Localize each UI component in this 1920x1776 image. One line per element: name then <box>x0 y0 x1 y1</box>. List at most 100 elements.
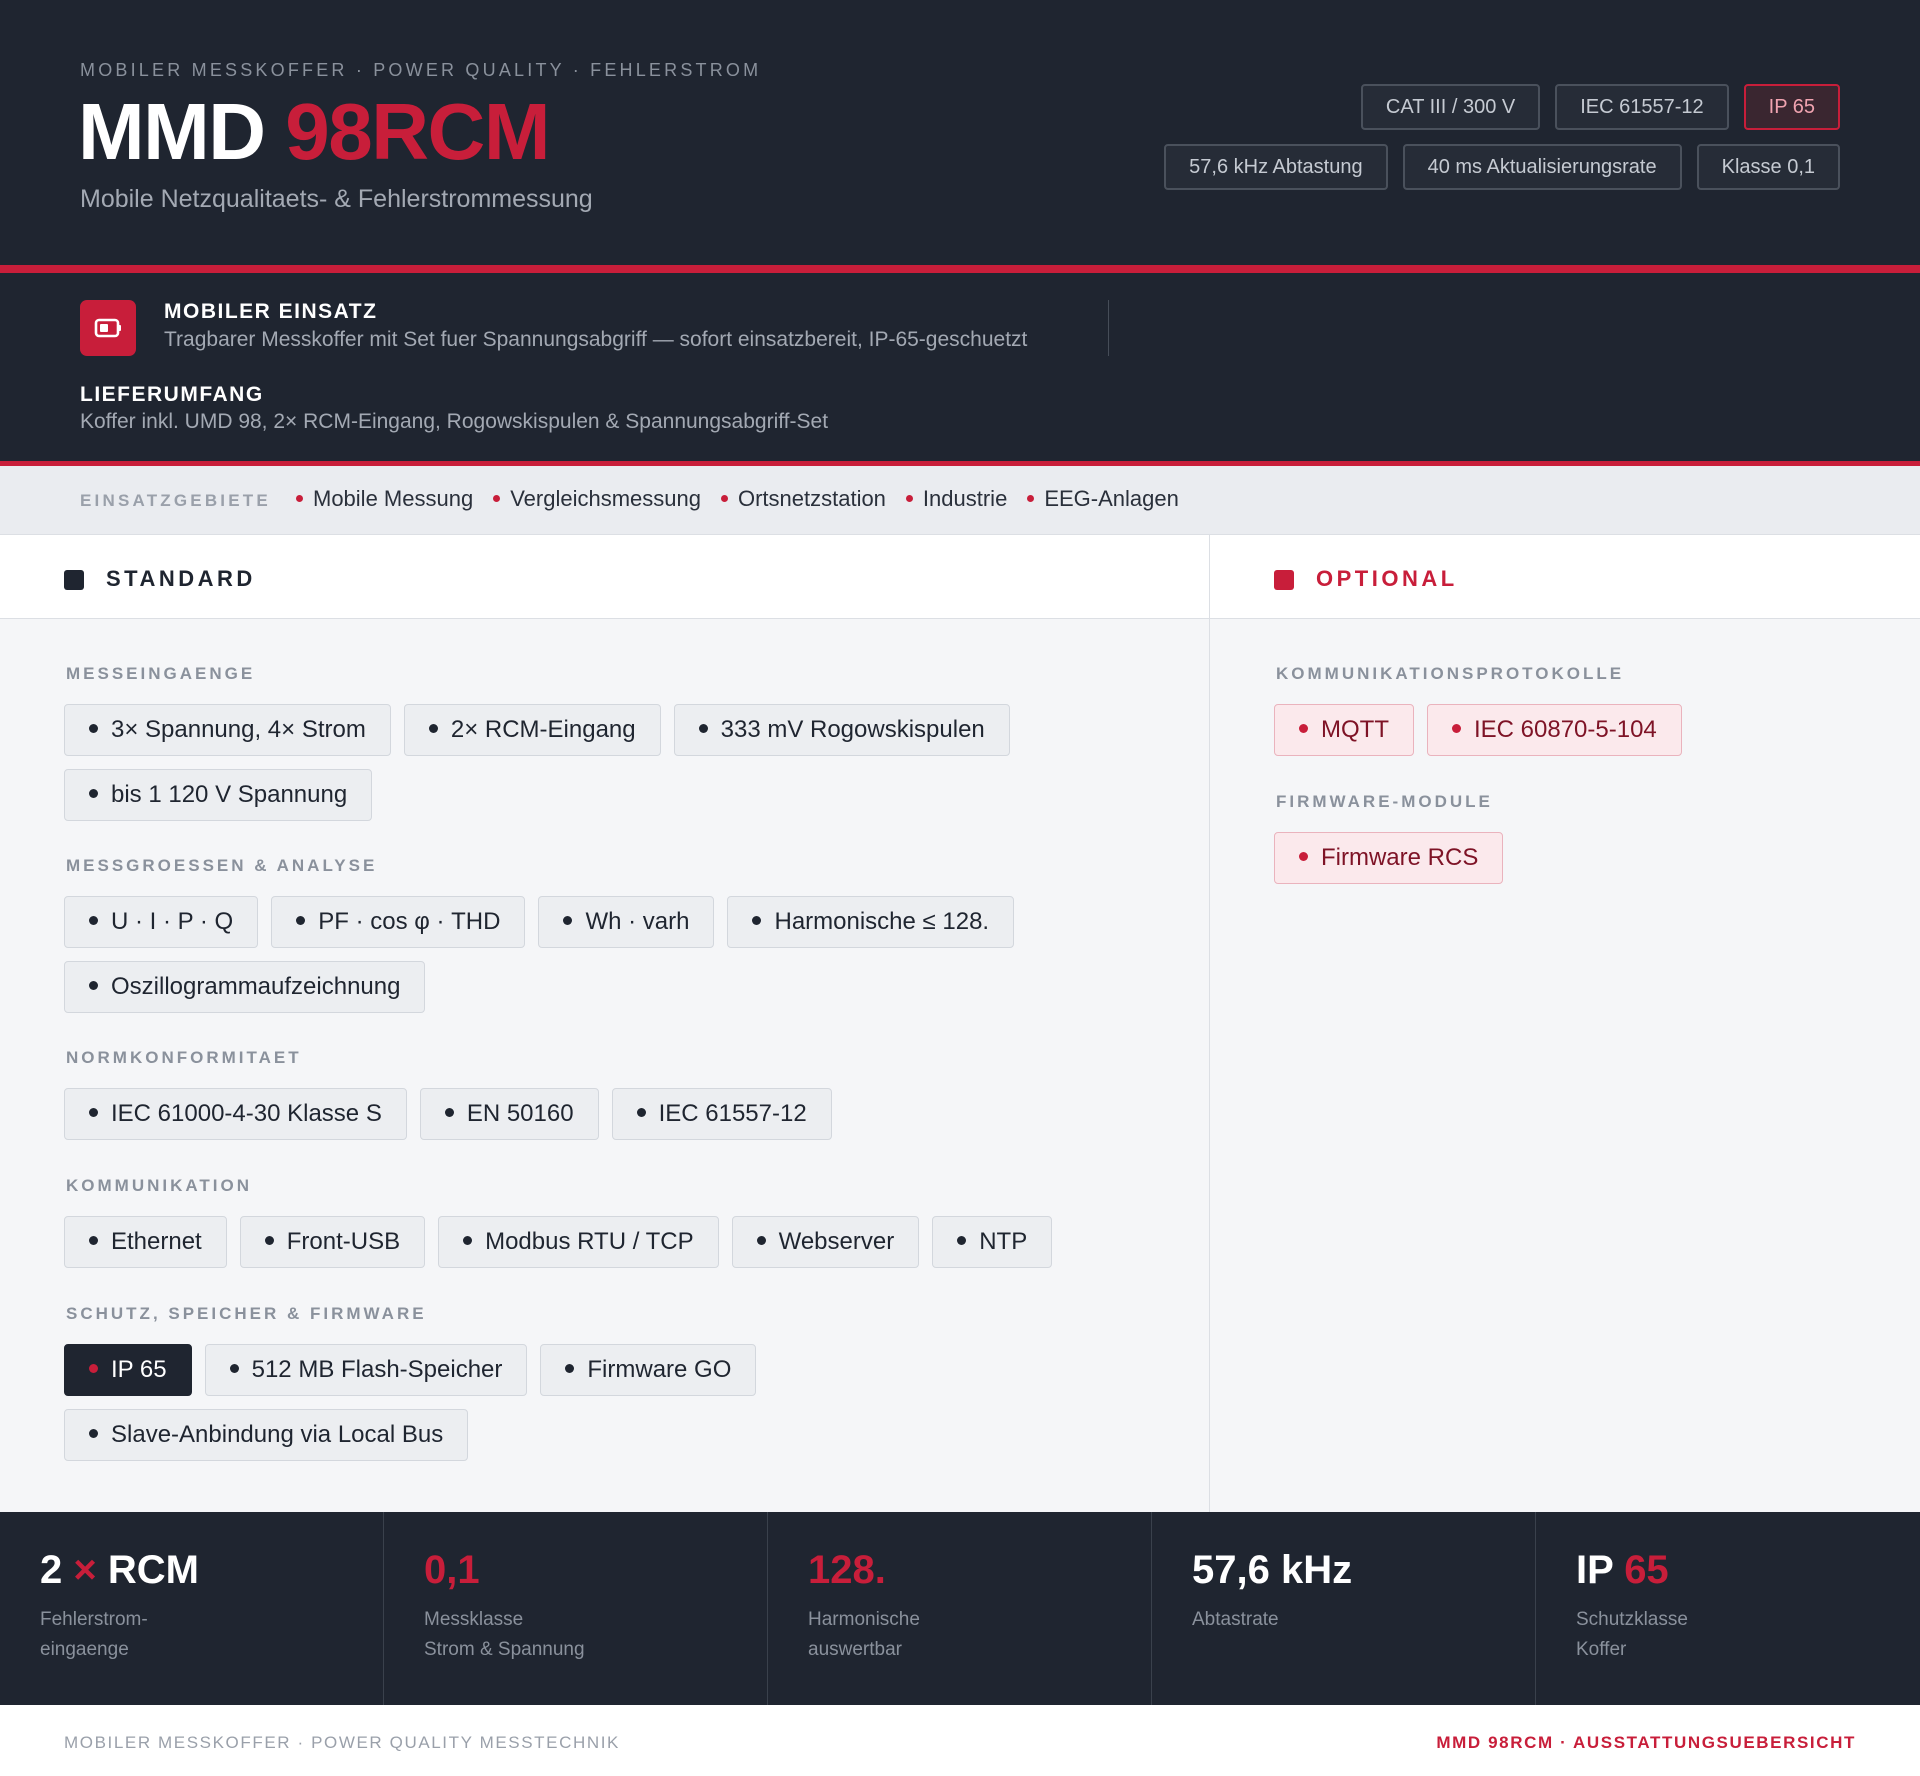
feature-tag: bis 1 120 V Spannung <box>64 769 373 821</box>
bullet-icon <box>89 916 98 926</box>
application-area-label: Mobile Messung <box>313 486 474 511</box>
stat-label: Abtastrate <box>1192 1605 1492 1635</box>
product-title: MMD 98RCM <box>78 87 550 176</box>
application-area-label: Ortsnetzstation <box>737 486 886 511</box>
stat-value-accent: 65 <box>1624 1548 1669 1592</box>
mobile-use-title: MOBILER EINSATZ <box>164 300 378 323</box>
tag-group: IEC 61000-4-30 Klasse S EN 50160 IEC 615… <box>64 1088 1064 1140</box>
application-area-label: EEG-Anlagen <box>1044 486 1179 511</box>
section-label: KOMMUNIKATION <box>66 1176 252 1195</box>
stat-label-line: Messklasse <box>424 1609 524 1630</box>
tag-group: MQTT IEC 60870-5-104 <box>1274 704 1874 756</box>
feature-tag: Webserver <box>731 1216 920 1268</box>
accent-divider <box>0 265 1920 273</box>
stat-value-part: RCM <box>96 1548 199 1592</box>
optional-square-icon <box>1274 570 1294 590</box>
bullet-icon <box>229 1364 239 1374</box>
stat-value-accent: 0,1 <box>424 1548 480 1592</box>
feature-tag: 3× Spannung, 4× Strom <box>64 704 391 756</box>
bullet-icon <box>1299 724 1308 734</box>
feature-tag: Modbus RTU / TCP <box>438 1216 719 1268</box>
bullet-icon <box>296 494 303 502</box>
application-area-item: Industrie <box>905 486 1008 512</box>
standard-square-icon <box>64 570 84 590</box>
feature-tag-label: IEC 61000-4-30 Klasse S <box>111 1100 382 1127</box>
application-area-item: Vergleichsmessung <box>493 486 701 512</box>
product-title-main: MMD <box>78 87 286 176</box>
delivery-scope-text: Koffer inkl. UMD 98, 2× RCM-Eingang, Rog… <box>80 410 829 433</box>
bullet-icon <box>463 1236 473 1246</box>
bullet-icon <box>89 789 98 799</box>
stat-value: 0,1 <box>424 1548 480 1593</box>
bullet-icon <box>756 1236 766 1246</box>
stat-label: Fehlerstrom-eingaenge <box>40 1605 340 1665</box>
stat-sampling-rate: 57,6 kHz Abtastrate <box>1152 1512 1536 1705</box>
optional-tag: IEC 60870-5-104 <box>1426 704 1682 756</box>
bullet-icon <box>264 1236 274 1246</box>
bullet-icon <box>89 1429 98 1439</box>
stat-label-line: Abtastrate <box>1192 1609 1279 1630</box>
feature-tag-label: 512 MB Flash-Speicher <box>251 1356 503 1383</box>
application-area-item: EEG-Anlagen <box>1027 486 1179 512</box>
band-divider <box>1108 300 1109 356</box>
feature-tag-label: bis 1 120 V Spannung <box>111 781 348 808</box>
header-chip: 40 ms Aktualisierungsrate <box>1402 144 1682 190</box>
bullet-icon <box>957 1236 967 1246</box>
stat-label-line: auswertbar <box>808 1639 902 1660</box>
feature-tag-label: Modbus RTU / TCP <box>485 1228 694 1255</box>
feature-tag: Firmware GO <box>540 1344 757 1396</box>
stat-value-part: 2 <box>40 1548 74 1592</box>
optional-tag-label: MQTT <box>1321 716 1389 743</box>
bullet-icon <box>698 724 708 734</box>
delivery-scope-title: LIEFERUMFANG <box>80 383 264 406</box>
optional-tag: MQTT <box>1274 704 1414 756</box>
feature-tag: 333 mV Rogowskispulen <box>673 704 1010 756</box>
stat-value-part: 57,6 kHz <box>1192 1548 1353 1592</box>
stat-value: IP 65 <box>1576 1548 1669 1593</box>
bullet-icon <box>89 1364 98 1374</box>
feature-tag: IEC 61557-12 <box>611 1088 832 1140</box>
feature-tag: Oszillogrammaufzeichnung <box>64 961 426 1013</box>
feature-tag-label: 333 mV Rogowskispulen <box>720 716 985 743</box>
stat-label: Schutzklasse Koffer <box>1576 1605 1876 1665</box>
feature-tag: PF · cos φ · THD <box>271 896 526 948</box>
feature-tag: Wh · varh <box>538 896 715 948</box>
stat-label-line: Koffer <box>1576 1639 1627 1660</box>
stat-value-accent: × <box>73 1548 97 1592</box>
application-area-label: Vergleichsmessung <box>510 486 701 511</box>
bullet-icon <box>428 724 438 734</box>
header-chip: Klasse 0,1 <box>1696 144 1840 190</box>
application-area-label: Industrie <box>922 486 1008 511</box>
bullet-icon <box>905 494 913 502</box>
bullet-icon <box>89 981 98 991</box>
header-chip: IEC 61557-12 <box>1555 84 1729 130</box>
feature-tag-label: NTP <box>979 1228 1028 1255</box>
section-label: KOMMUNIKATIONSPROTOKOLLE <box>1276 664 1625 683</box>
optional-column: OPTIONAL KOMMUNIKATIONSPROTOKOLLE MQTT I… <box>1210 535 1920 1512</box>
feature-tag: 2× RCM-Eingang <box>403 704 661 756</box>
section-label: MESSGROESSEN & ANALYSE <box>66 856 378 875</box>
feature-tag-label: Harmonische ≤ 128. <box>774 908 990 935</box>
bullet-icon <box>1451 724 1461 734</box>
stat-value-accent: 128. <box>808 1548 886 1592</box>
tag-group: U · I · P · Q PF · cos φ · THD Wh · varh… <box>64 896 1064 1013</box>
stat-rcm-inputs: 2 × RCM Fehlerstrom-eingaenge <box>0 1512 384 1705</box>
standard-title: STANDARD <box>106 566 256 591</box>
feature-tag: U · I · P · Q <box>64 896 259 948</box>
optional-header: OPTIONAL <box>1210 535 1920 619</box>
feature-tag-label: Oszillogrammaufzeichnung <box>111 973 401 1000</box>
bullet-icon <box>563 916 573 926</box>
feature-tag-label: Slave-Anbindung via Local Bus <box>111 1421 444 1448</box>
feature-tag-label: PF · cos φ · THD <box>318 908 501 935</box>
stat-value-part: IP <box>1576 1548 1625 1592</box>
stat-value: 2 × RCM <box>40 1548 199 1593</box>
feature-tag: NTP <box>932 1216 1053 1268</box>
section-label: NORMKONFORMITAET <box>66 1048 302 1067</box>
feature-tag-label: EN 50160 <box>466 1100 574 1127</box>
bullet-icon <box>636 1108 646 1118</box>
stat-label-line: Schutzklasse <box>1576 1609 1688 1630</box>
feature-tag-label: Wh · varh <box>585 908 690 935</box>
bullet-icon <box>296 916 306 926</box>
feature-tag-highlight: IP 65 <box>64 1344 192 1396</box>
tag-group: IP 65 512 MB Flash-Speicher Firmware GO … <box>64 1344 864 1461</box>
